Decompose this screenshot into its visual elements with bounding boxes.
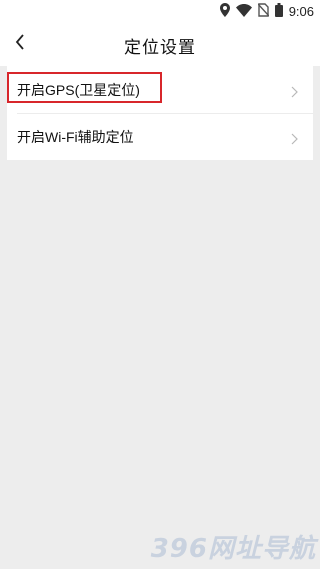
chevron-right-icon — [289, 83, 299, 98]
battery-icon — [274, 2, 283, 21]
status-time: 9:06 — [288, 3, 314, 19]
page-title: 定位设置 — [124, 38, 196, 58]
setting-item-wifi-assist[interactable]: 开启Wi-Fi辅助定位 — [7, 113, 313, 160]
no-sim-icon — [257, 2, 270, 21]
watermark-logo: 396网址导航 — [150, 534, 316, 564]
status-icons: 9:06 — [219, 2, 314, 21]
nav-bar: 定位设置 — [0, 22, 320, 66]
setting-item-label: 开启Wi-Fi辅助定位 — [17, 128, 134, 145]
location-icon — [219, 2, 230, 21]
chevron-right-icon — [289, 130, 299, 145]
wifi-icon — [235, 2, 252, 21]
highlight-box — [7, 72, 162, 103]
status-bar: 9:06 — [0, 0, 320, 22]
